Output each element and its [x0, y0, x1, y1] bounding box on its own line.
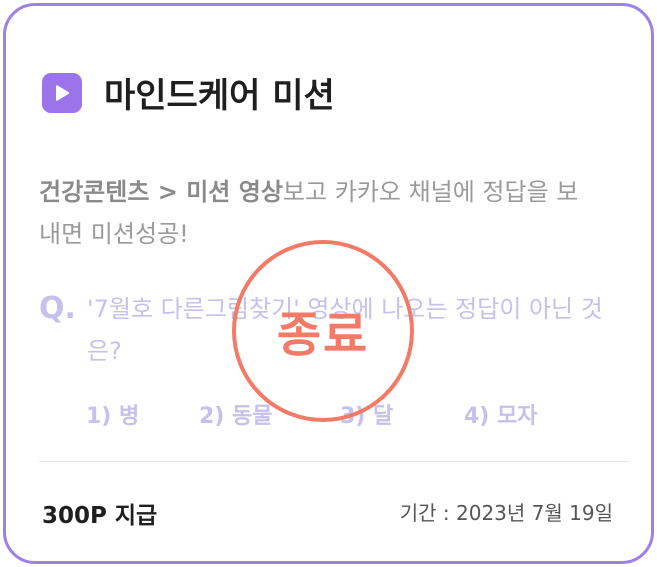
- mission-period: 기간 : 2023년 7월 19일: [399, 501, 613, 525]
- ended-stamp-label: 종료: [276, 307, 370, 363]
- mission-card: 마인드케어 미션 건강콘텐츠 > 미션 영상보고 카카오 채널에 정답을 보내면…: [3, 3, 654, 564]
- question-prefix: Q.: [39, 291, 76, 326]
- play-icon-glyph: [56, 84, 69, 101]
- card-header: 마인드케어 미션: [42, 68, 335, 117]
- description-highlight: 건강콘텐츠 > 미션 영상: [39, 178, 283, 206]
- answer-option-1: 1) 병: [86, 404, 140, 429]
- ended-stamp: 종료: [232, 240, 414, 422]
- reward-amount: 300P 지급: [42, 503, 158, 529]
- card-title: 마인드케어 미션: [104, 76, 335, 116]
- divider: [39, 461, 629, 462]
- answer-option-2: 2) 동물: [199, 404, 273, 429]
- play-icon: [42, 72, 82, 113]
- answer-option-4: 4) 모자: [464, 404, 538, 429]
